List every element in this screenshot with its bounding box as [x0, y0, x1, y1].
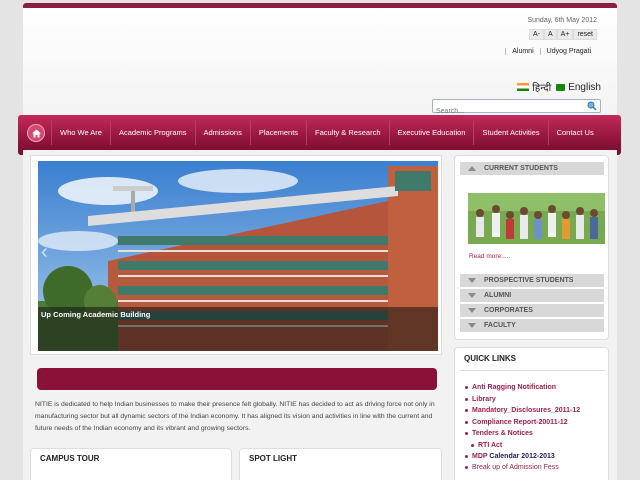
accordion-label: ALUMNI: [484, 292, 512, 299]
nav-student-activities[interactable]: Student Activities: [473, 121, 547, 145]
chevron-down-icon: [468, 308, 476, 313]
campus-tour-title[interactable]: CAMPUS TOUR: [40, 454, 99, 463]
quick-link-admission-fees[interactable]: Break up of Admission Fess: [465, 464, 559, 471]
slider-prev-arrow[interactable]: ‹: [41, 241, 48, 264]
calendar-label: Calendar 2012-2013: [489, 453, 555, 460]
header: Sunday, 6th May 2012 A- A A+ reset Alumn…: [23, 8, 617, 118]
date-display: Sunday, 6th May 2012: [527, 17, 597, 24]
quick-link-library[interactable]: Library: [465, 396, 496, 403]
india-flag-icon: [517, 83, 530, 91]
spot-light-box: SPOT LIGHT: [239, 448, 442, 480]
english-language-link[interactable]: English: [568, 82, 601, 93]
quick-links-title: QUICK LINKS: [464, 354, 516, 363]
accordion-current-students[interactable]: CURRENT STUDENTS: [460, 162, 604, 175]
quick-link-mandatory-disclosures[interactable]: Mandatory_Disclosures_2011-12: [465, 407, 580, 414]
accordion-prospective-students[interactable]: PROSPECTIVE STUDENTS: [460, 274, 604, 287]
udyog-pragati-link[interactable]: Udyog Pragati: [539, 48, 597, 55]
home-icon: [32, 129, 41, 138]
alumni-link[interactable]: Alumni: [505, 48, 539, 55]
image-slider[interactable]: ‹ Up Coming Academic Building: [38, 161, 438, 351]
student-accordion: CURRENT STUDENTS Read more..... PROSPECT…: [454, 155, 609, 340]
nav-contact-us[interactable]: Contact Us: [547, 121, 602, 145]
accordion-label: CURRENT STUDENTS: [484, 165, 558, 172]
chevron-down-icon: [468, 278, 476, 283]
quick-links-box: QUICK LINKS Anti Ragging Notification Li…: [454, 347, 609, 480]
campus-tour-box: CAMPUS TOUR: [30, 448, 232, 480]
text-size-increase-button[interactable]: A+: [556, 29, 574, 40]
chevron-down-icon: [468, 293, 476, 298]
text-size-controls: A- A A+ reset: [529, 29, 597, 40]
slider-caption-bar: Up Coming Academic Building: [38, 307, 438, 351]
hindi-language-link[interactable]: हिन्दी: [532, 80, 551, 94]
banner-bar: [37, 368, 437, 390]
search-icon[interactable]: [587, 101, 597, 111]
nav-executive-education[interactable]: Executive Education: [388, 121, 474, 145]
search-box: [432, 99, 601, 118]
nav-admissions[interactable]: Admissions: [194, 121, 250, 145]
quick-link-compliance-report[interactable]: Compliance Report-20011-12: [465, 419, 568, 426]
main-content: ‹ Up Coming Academic Building NITIE is d…: [23, 150, 617, 480]
spot-light-title[interactable]: SPOT LIGHT: [249, 454, 297, 463]
nav-placements[interactable]: Placements: [249, 121, 306, 145]
text-size-normal-button[interactable]: A: [544, 29, 557, 40]
students-photo: [468, 193, 605, 244]
text-size-decrease-button[interactable]: A-: [529, 29, 544, 40]
mdp-label: MDP: [472, 453, 488, 460]
nav-academic-programs[interactable]: Academic Programs: [109, 121, 195, 145]
slider-caption: Up Coming Academic Building: [41, 310, 151, 319]
chevron-down-icon: [468, 323, 476, 328]
accordion-corporates[interactable]: CORPORATES: [460, 304, 604, 317]
nav-who-we-are[interactable]: Who We Are: [51, 121, 110, 145]
language-switcher: हिन्दी English: [517, 80, 601, 94]
slider-frame: ‹ Up Coming Academic Building: [30, 155, 442, 355]
quick-link-anti-ragging[interactable]: Anti Ragging Notification: [465, 384, 556, 391]
accordion-label: CORPORATES: [484, 307, 533, 314]
quick-link-mdp-calendar[interactable]: MDP Calendar 2012-2013: [465, 453, 555, 460]
main-navigation: Who We Are Academic Programs Admissions …: [18, 115, 621, 155]
top-links: Alumni Udyog Pragati: [505, 48, 597, 55]
chevron-up-icon: [468, 166, 476, 171]
accordion-faculty[interactable]: FACULTY: [460, 319, 604, 332]
divider: [460, 370, 605, 371]
read-more-link[interactable]: Read more.....: [469, 253, 510, 260]
home-button[interactable]: [27, 124, 45, 142]
nav-faculty-research[interactable]: Faculty & Research: [306, 121, 388, 145]
quick-link-tenders-notices[interactable]: Tenders & Notices: [465, 430, 533, 437]
accordion-label: FACULTY: [484, 322, 516, 329]
accordion-label: PROSPECTIVE STUDENTS: [484, 277, 574, 284]
english-flag-icon: [556, 83, 566, 91]
mission-text: NITIE is dedicated to help Indian busine…: [35, 401, 435, 432]
accordion-alumni[interactable]: ALUMNI: [460, 289, 604, 302]
text-size-reset-button[interactable]: reset: [573, 29, 597, 40]
quick-link-rti-act[interactable]: RTI Act: [471, 442, 502, 449]
